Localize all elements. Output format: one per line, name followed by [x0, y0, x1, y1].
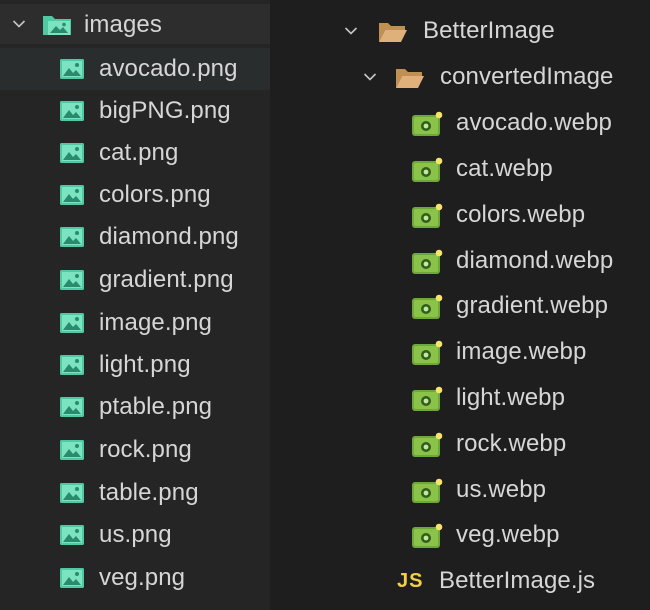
file-row[interactable]: veg.webp — [270, 514, 650, 556]
file-label: colors.webp — [456, 201, 586, 228]
image-file-icon — [59, 439, 85, 461]
file-label: veg.webp — [456, 521, 560, 548]
file-label: veg.png — [99, 564, 186, 591]
file-label: diamond.webp — [456, 247, 614, 274]
folder-label: images — [84, 11, 162, 38]
image-file-icon — [59, 312, 85, 334]
folder-label: BetterImage — [423, 17, 555, 44]
explorer-left-panel: images avocado.png bigPNG.png cat.png color… — [0, 0, 270, 610]
image-file-icon — [59, 354, 85, 376]
image-folder-icon — [42, 12, 72, 36]
file-label: us.png — [99, 521, 172, 548]
folder-label: convertedImage — [440, 63, 614, 90]
open-folder-icon — [378, 21, 408, 43]
webp-file-icon — [411, 203, 443, 229]
file-row[interactable]: colors.png — [0, 174, 270, 216]
file-label: table.png — [99, 479, 199, 506]
file-label: cat.webp — [456, 155, 553, 182]
file-label: rock.webp — [456, 430, 567, 457]
file-label: image.png — [99, 309, 212, 336]
file-row[interactable]: gradient.webp — [270, 285, 650, 327]
image-file-icon — [59, 269, 85, 291]
webp-file-icon — [411, 432, 443, 458]
chevron-down-icon[interactable] — [363, 70, 377, 84]
file-row-betterimage-js[interactable]: JS BetterImage.js — [270, 560, 650, 602]
webp-file-icon — [411, 386, 443, 412]
file-label: us.webp — [456, 476, 547, 503]
open-folder-icon — [395, 67, 425, 89]
folder-convertedimage-row[interactable]: convertedImage — [270, 56, 650, 98]
webp-file-icon — [411, 157, 443, 183]
image-file-icon — [59, 567, 85, 589]
file-row[interactable]: cat.webp — [270, 148, 650, 190]
file-label: BetterImage.js — [439, 567, 596, 594]
explorer-right-panel: BetterImage convertedImage avocado.webp c… — [270, 0, 650, 610]
file-label: bigPNG.png — [99, 97, 231, 124]
file-row[interactable]: cat.png — [0, 132, 270, 174]
webp-file-icon — [411, 523, 443, 549]
image-file-icon — [59, 184, 85, 206]
javascript-file-icon: JS — [397, 570, 424, 592]
file-row[interactable]: ptable.png — [0, 386, 270, 428]
webp-file-icon — [411, 111, 443, 137]
webp-file-icon — [411, 478, 443, 504]
file-label: light.png — [99, 351, 191, 378]
file-row[interactable]: avocado.webp — [270, 102, 650, 144]
file-row[interactable]: table.png — [0, 472, 270, 514]
webp-file-icon — [411, 294, 443, 320]
folder-betterimage-row[interactable]: BetterImage — [270, 10, 650, 52]
file-label: cat.png — [99, 139, 179, 166]
file-row[interactable]: colors.webp — [270, 194, 650, 236]
file-label: gradient.webp — [456, 292, 609, 319]
file-label: rock.png — [99, 436, 192, 463]
file-row[interactable]: us.png — [0, 514, 270, 556]
file-label: avocado.webp — [456, 109, 612, 136]
file-label: avocado.png — [99, 55, 238, 82]
image-file-icon — [59, 58, 85, 80]
file-label: ptable.png — [99, 393, 213, 420]
image-file-icon — [59, 396, 85, 418]
file-label: light.webp — [456, 384, 566, 411]
file-row[interactable]: us.webp — [270, 469, 650, 511]
file-row[interactable]: diamond.webp — [270, 240, 650, 282]
image-file-icon — [59, 524, 85, 546]
chevron-down-icon[interactable] — [12, 17, 26, 31]
file-label: colors.png — [99, 181, 211, 208]
file-row[interactable]: diamond.png — [0, 216, 270, 258]
webp-file-icon — [411, 340, 443, 366]
file-label: image.webp — [456, 338, 587, 365]
image-file-icon — [59, 482, 85, 504]
file-row[interactable]: avocado.png — [0, 48, 270, 90]
file-row[interactable]: light.webp — [270, 377, 650, 419]
chevron-down-icon[interactable] — [344, 24, 358, 38]
webp-file-icon — [411, 249, 443, 275]
file-row[interactable]: rock.png — [0, 429, 270, 471]
folder-images-row[interactable]: images — [0, 4, 270, 44]
image-file-icon — [59, 100, 85, 122]
image-file-icon — [59, 226, 85, 248]
file-label: gradient.png — [99, 266, 234, 293]
file-row[interactable]: light.png — [0, 344, 270, 386]
image-file-icon — [59, 142, 85, 164]
file-row[interactable]: veg.png — [0, 557, 270, 599]
file-row[interactable]: image.png — [0, 302, 270, 344]
file-label: diamond.png — [99, 223, 239, 250]
file-row[interactable]: gradient.png — [0, 259, 270, 301]
file-row[interactable]: image.webp — [270, 331, 650, 373]
file-row[interactable]: rock.webp — [270, 423, 650, 465]
file-row[interactable]: bigPNG.png — [0, 90, 270, 132]
